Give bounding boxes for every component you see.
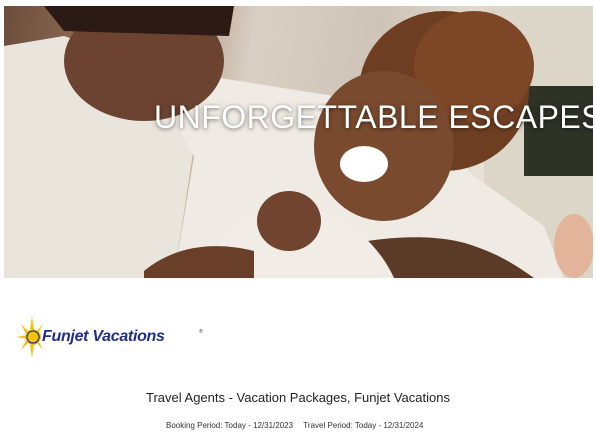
offer-periods: Booking Period: Today - 12/31/2023 Trave…: [166, 421, 423, 430]
hero-title: UNFORGETTABLE ESCAPES: [154, 99, 593, 135]
hero-photo: [4, 6, 593, 278]
page-heading: Travel Agents - Vacation Packages, Funje…: [146, 390, 450, 405]
hero-banner: UNFORGETTABLE ESCAPES: [4, 6, 593, 278]
travel-period: Travel Period: Today - 12/31/2024: [303, 421, 424, 430]
booking-period: Booking Period: Today - 12/31/2023: [166, 421, 294, 430]
funjet-logo[interactable]: Funjet Vacations ®: [16, 316, 216, 358]
logo-trademark: ®: [199, 329, 203, 335]
logo-wordmark: Funjet Vacations: [42, 328, 165, 345]
